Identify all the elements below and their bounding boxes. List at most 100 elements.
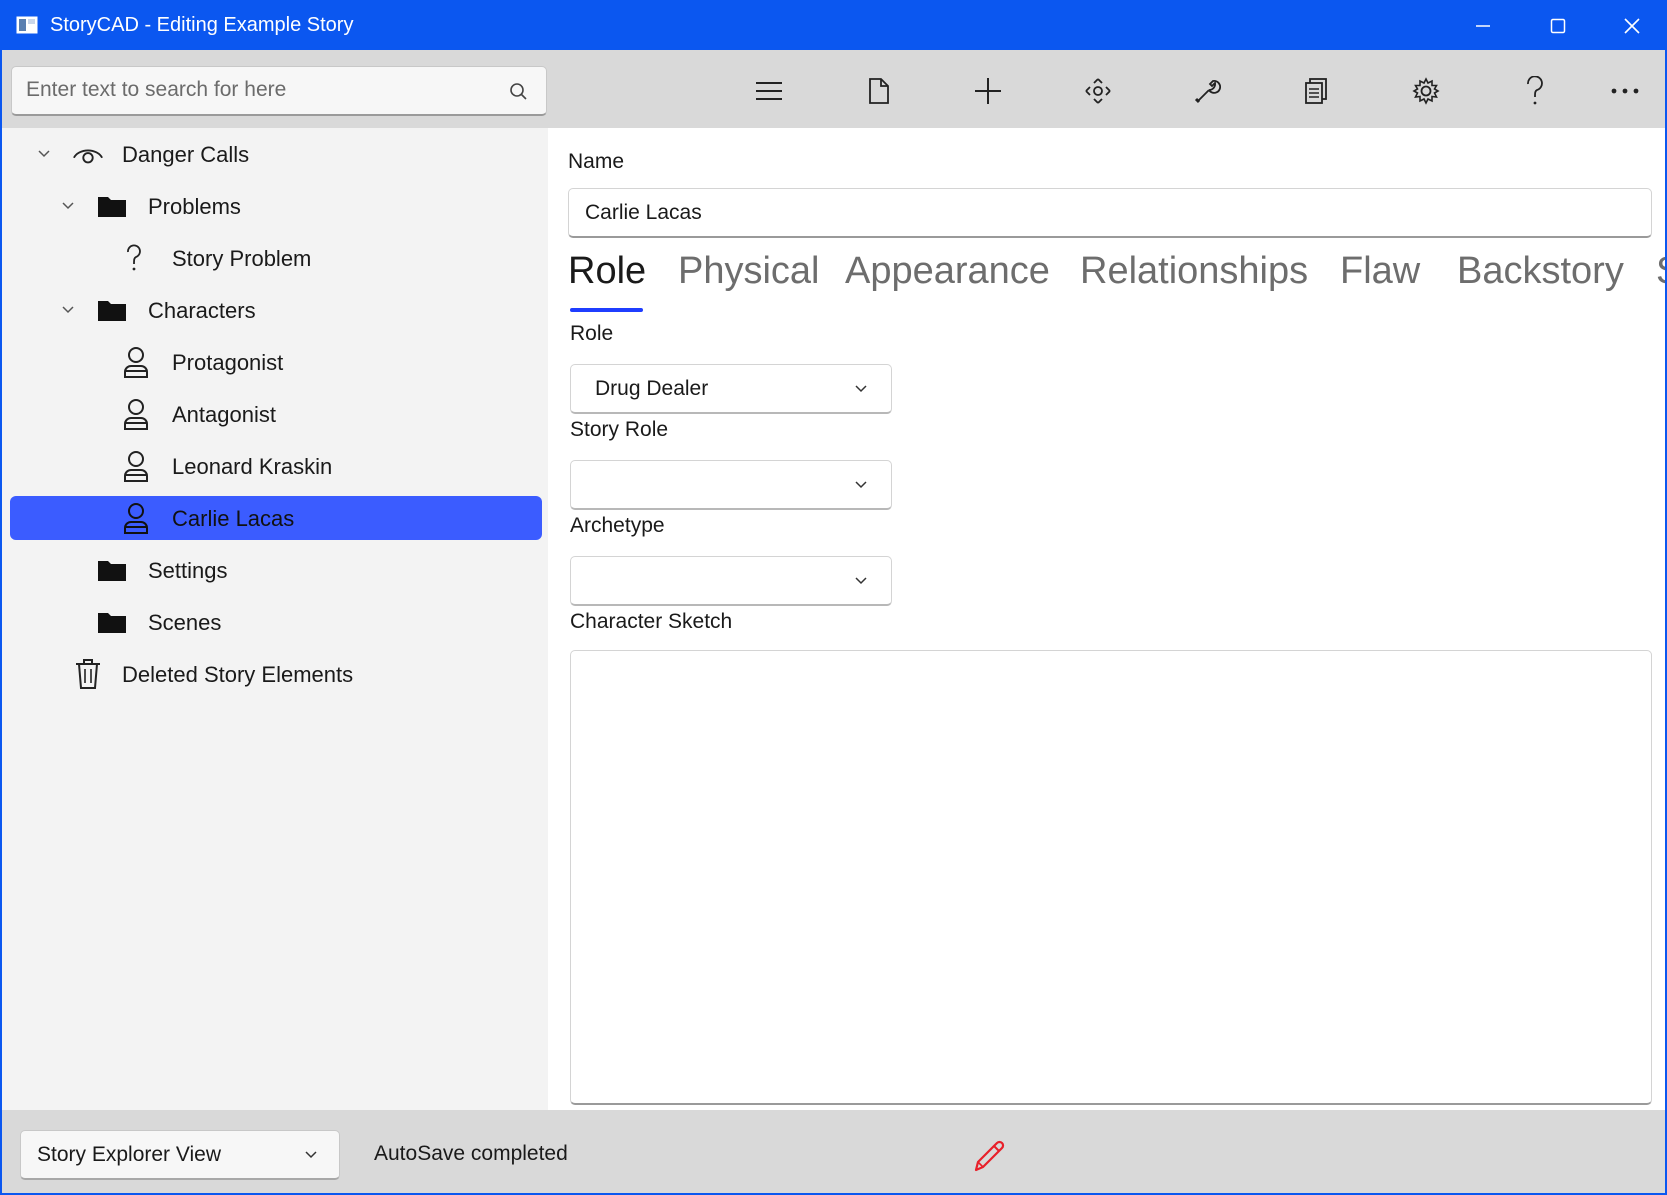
chevron-down-icon [855,481,867,489]
app-icon [16,16,38,34]
tab-strip: Role Physical Appearance Relationships F… [568,250,1665,310]
settings-button[interactable] [1398,68,1454,114]
reports-button[interactable] [1288,68,1344,114]
character-editor: Name Carlie Lacas Role Physical Appearan… [548,128,1665,1110]
eye-icon [72,140,104,168]
status-message: AutoSave completed [374,1142,568,1165]
tab-appearance[interactable]: Appearance [845,250,1050,293]
search-input[interactable] [26,67,496,113]
tree-node-story-problem[interactable]: Story Problem [10,236,542,280]
role-dropdown[interactable]: Drug Dealer [570,364,892,414]
tree-label-trash: Deleted Story Elements [122,662,354,687]
more-button[interactable] [1597,68,1653,114]
person-icon [120,399,152,430]
chevron-down-icon[interactable] [60,198,76,214]
tree-label-character: Carlie Lacas [172,506,295,531]
chevron-down-icon [855,577,867,585]
menu-button[interactable] [741,68,797,114]
maximize-icon [1550,18,1566,34]
tree-node-character[interactable]: Antagonist [10,392,542,436]
tree-label-problems: Problems [148,194,241,219]
name-label: Name [568,150,625,173]
tree-node-scenes[interactable]: Scenes [10,600,542,644]
tree-label-scenes: Scenes [148,610,222,635]
role-label: Role [570,322,614,345]
tree-node-trash[interactable]: Deleted Story Elements [10,652,542,696]
tree-node-character[interactable]: Leonard Kraskin [10,444,542,488]
help-icon [1527,76,1543,105]
settings-icon [1412,77,1440,105]
help-button[interactable] [1507,68,1563,114]
tree-node-character-selected[interactable]: Carlie Lacas [10,496,542,540]
archetype-label: Archetype [570,514,665,537]
folder-icon [96,296,128,324]
tools-button[interactable] [1179,68,1235,114]
menu-icon [756,82,782,100]
tree-label-character: Protagonist [172,350,284,375]
role-value: Drug Dealer [595,377,709,400]
archetype-dropdown[interactable] [570,556,892,606]
chevron-down-icon [855,385,867,393]
pencil-icon [974,1140,1005,1172]
window-title: StoryCAD - Editing Example Story [50,14,354,36]
story-role-dropdown[interactable] [570,460,892,510]
tree-label-characters: Characters [148,298,256,323]
reports-icon [1305,78,1327,104]
tree-node-characters[interactable]: Characters [10,288,542,332]
trash-icon [72,659,104,689]
tree-label-character: Leonard Kraskin [172,454,333,479]
tab-relationships[interactable]: Relationships [1080,250,1308,293]
search-icon[interactable] [508,81,528,101]
new-file-button[interactable] [851,68,907,114]
maximize-button[interactable] [1523,2,1593,50]
chevron-down-icon [305,1151,317,1159]
story-role-label: Story Role [570,418,669,441]
status-bar: Story Explorer View AutoSave completed [2,1110,1665,1193]
folder-icon [96,192,128,220]
tab-flaw[interactable]: Flaw [1340,250,1420,293]
tree-node-problems[interactable]: Problems [10,184,542,228]
minimize-button[interactable] [1448,2,1518,50]
new-file-icon [869,78,889,104]
view-selector[interactable]: Story Explorer View [20,1130,340,1180]
tools-icon [1194,80,1221,104]
tree-label-character: Antagonist [172,402,276,427]
tree-label-root: Danger Calls [122,142,250,167]
add-button[interactable] [960,68,1016,114]
name-value: Carlie Lacas [585,201,702,224]
folder-icon [96,556,128,584]
question-icon [118,244,150,272]
active-tab-indicator [570,308,643,312]
move-icon [1085,78,1111,104]
story-explorer-tree: Danger Calls Problems Story Problem Char… [2,128,548,1110]
add-icon [975,78,1001,104]
person-icon [120,451,152,482]
more-icon [1611,88,1639,94]
character-sketch-textarea[interactable] [570,650,1652,1105]
folder-icon [96,608,128,636]
tree-node-settings[interactable]: Settings [10,548,542,592]
chevron-down-icon[interactable] [36,146,52,162]
tab-role[interactable]: Role [568,250,646,293]
tree-label-settings: Settings [148,558,228,583]
move-button[interactable] [1070,68,1126,114]
chevron-down-icon[interactable] [60,302,76,318]
tab-backstory[interactable]: Backstory [1457,250,1624,293]
name-field[interactable]: Carlie Lacas [568,188,1652,238]
tree-label-story-problem: Story Problem [172,246,312,271]
close-button[interactable] [1597,2,1665,50]
person-icon [120,347,152,378]
tab-overflow[interactable]: S [1656,250,1665,293]
toolbar [2,50,1665,128]
minimize-icon [1476,25,1490,27]
tree-node-root[interactable]: Danger Calls [10,132,542,176]
tree-node-character[interactable]: Protagonist [10,340,542,384]
character-sketch-label: Character Sketch [570,610,733,633]
title-bar: StoryCAD - Editing Example Story [2,2,1665,50]
person-icon [120,503,152,534]
view-selector-value: Story Explorer View [37,1143,222,1166]
search-box [11,66,547,116]
app-window: StoryCAD - Editing Example Story Enter t… [0,0,1667,1195]
close-icon [1624,18,1640,34]
tab-physical[interactable]: Physical [678,250,820,293]
